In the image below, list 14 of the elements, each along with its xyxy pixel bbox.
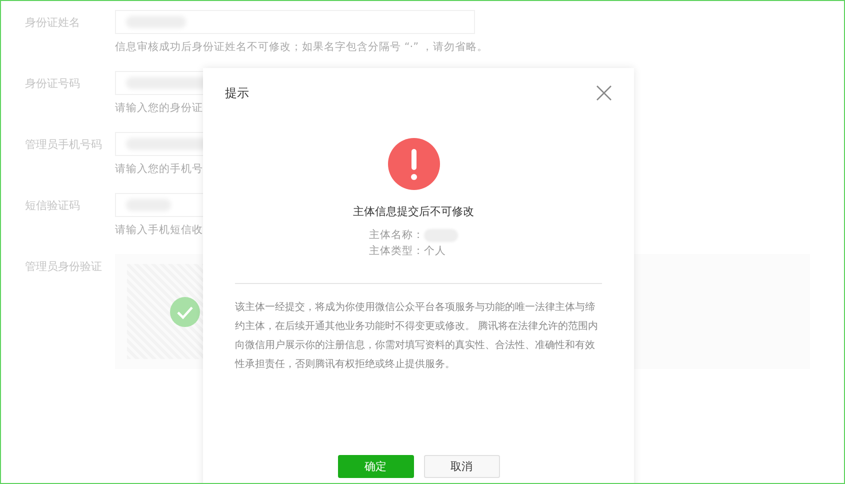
- notice-paragraph: 该主体一经提交，将成为你使用微信公众平台各项服务与功能的唯一法律主体与缔约主体，在后续开通其他业务功能时不得变更或修改。 腾讯将在法律允许的范围内向微信用户展示你的注册信息，你需对填写资料的真实性、合法性、准确性和有效性承担责任，否则腾讯有权拒绝或终止提供服务。: [235, 300, 600, 372]
- dialog-heading: 主体信息提交后不可修改: [353, 204, 474, 219]
- field-label: 短信验证码: [25, 198, 81, 214]
- field-label: 管理员身份验证: [25, 259, 103, 275]
- dialog-title: 提示: [225, 84, 249, 102]
- field-hint: 请输入手机短信收: [115, 223, 203, 238]
- field-hint: 信息审核成功后身份证姓名不可修改；如果名字包含分隔号 “·” ，请勿省略。: [115, 40, 488, 55]
- field-label: 身份证姓名: [25, 15, 81, 31]
- field-hint: 请输入您的手机号: [115, 162, 203, 177]
- field-hint: 请输入您的身份证: [115, 101, 203, 116]
- info-text: 主体类型：个人: [369, 244, 446, 258]
- info-text: 主体名称：: [369, 228, 424, 242]
- field-label: 身份证号码: [25, 76, 81, 92]
- field-label: 管理员手机号码: [25, 137, 103, 153]
